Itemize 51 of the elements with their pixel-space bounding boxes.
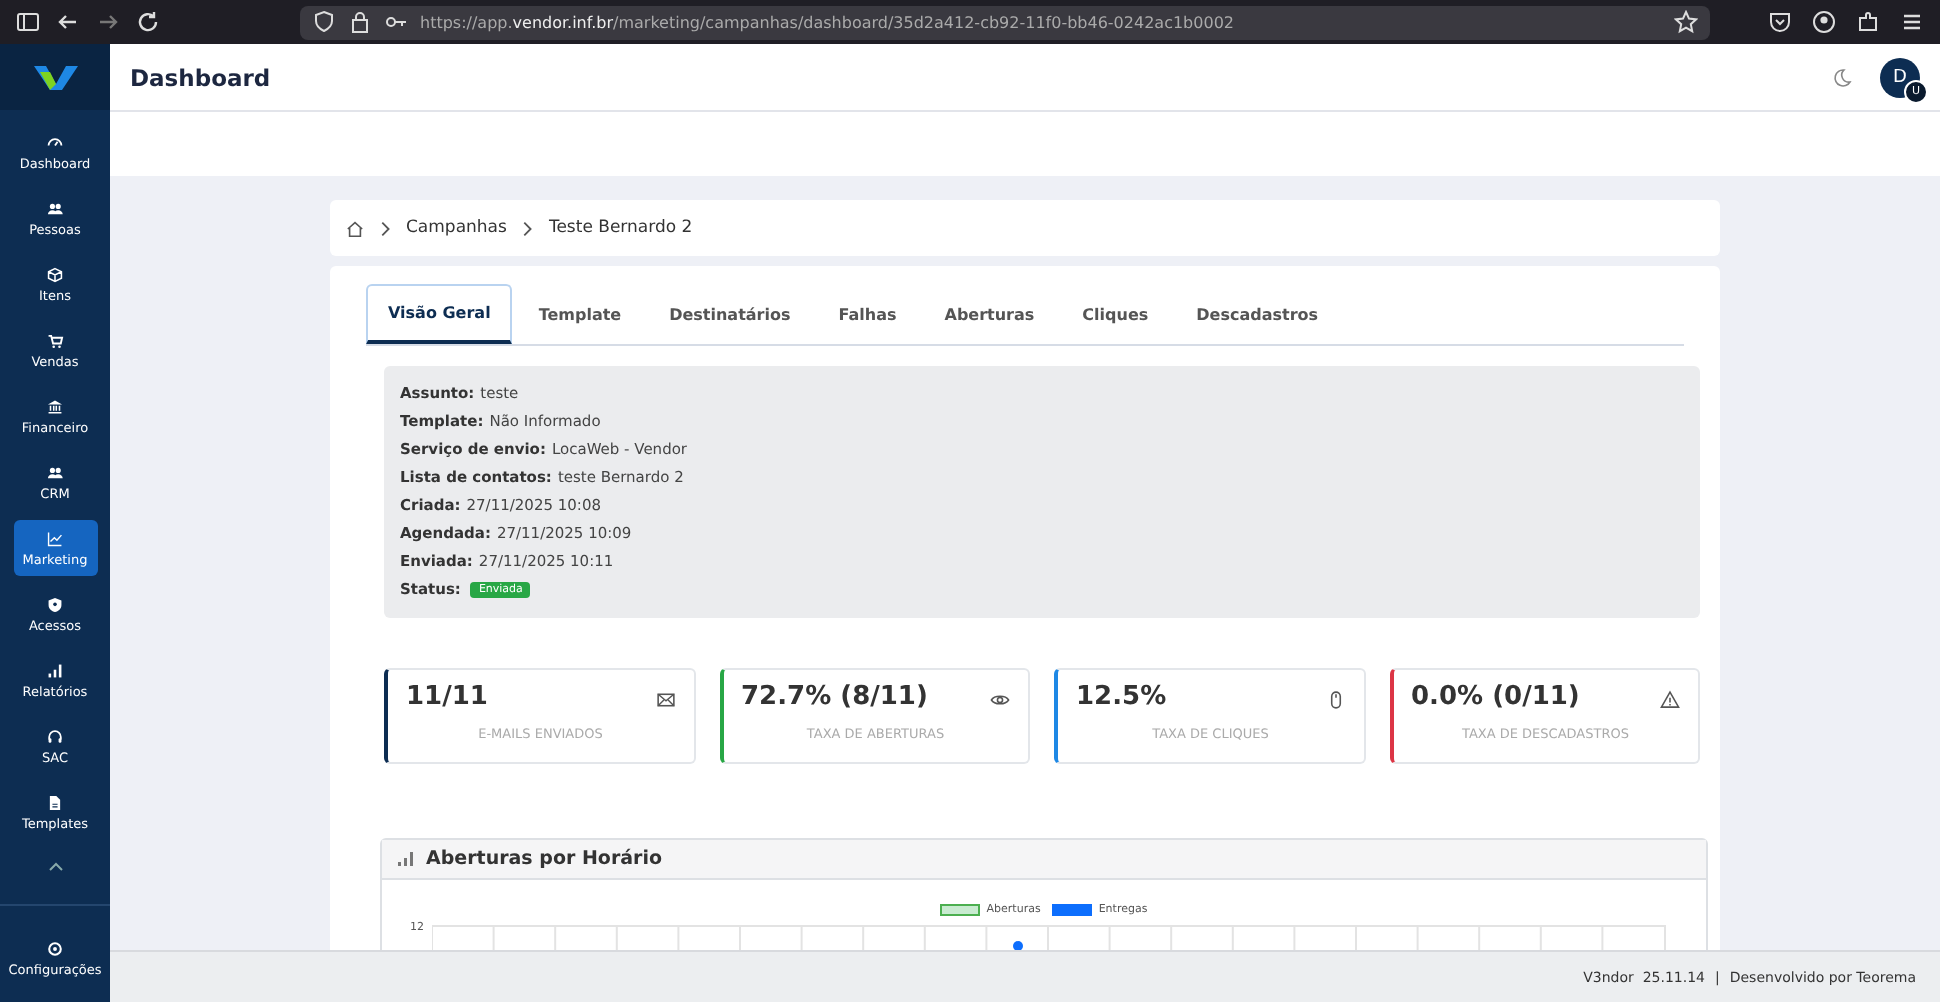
home-icon[interactable] (346, 219, 364, 237)
line-chart-icon (46, 529, 64, 547)
menu-icon[interactable] (1900, 10, 1924, 34)
moon-icon[interactable] (1832, 67, 1852, 87)
address-bar[interactable]: https://app.vendor.inf.br/marketing/campanhas/dashboard/35d2a412-cb92-11f0-bb46-0242ac1b0002 (300, 5, 1710, 39)
page-title: Dashboard (130, 63, 271, 91)
headset-icon (46, 727, 64, 745)
stat-value: 72.7% (8/11) (741, 681, 930, 715)
stat-value: 0.0% (0/11) (1411, 681, 1582, 715)
people-icon (46, 199, 64, 217)
breadcrumb-item[interactable]: Teste Bernardo 2 (548, 218, 693, 238)
star-icon[interactable] (1674, 10, 1698, 34)
shield-icon (312, 10, 336, 34)
gauge-icon (46, 133, 64, 151)
breadcrumb-item[interactable]: Campanhas (406, 218, 507, 238)
pocket-icon[interactable] (1768, 10, 1792, 34)
lock-icon (348, 10, 372, 34)
chevron-right-icon (376, 219, 394, 237)
document-icon (46, 793, 64, 811)
tab[interactable]: Cliques (1060, 284, 1171, 344)
tab[interactable]: Visão Geral (366, 284, 513, 344)
chart-title: Aberturas por Horário (426, 847, 663, 869)
warning-icon (1660, 690, 1680, 710)
url-text: https://app.vendor.inf.br/marketing/campanhas/dashboard/35d2a412-cb92-11f0-bb46-0242ac1b0002 (420, 13, 1236, 31)
envelope-icon (655, 690, 675, 710)
chevron-right-icon (518, 219, 537, 237)
back-icon[interactable] (56, 10, 80, 34)
tab[interactable]: Aberturas (922, 284, 1057, 344)
reload-icon[interactable] (136, 10, 160, 34)
mouse-icon (1325, 690, 1345, 710)
stat-value: 12.5% (1076, 681, 1169, 715)
stat-value: 11/11 (406, 681, 490, 715)
tab[interactable]: Template (516, 284, 644, 344)
people-icon (46, 463, 64, 481)
bar-chart-icon (398, 850, 414, 866)
box-icon (46, 265, 64, 283)
bar-chart-icon (46, 661, 64, 679)
sidebar-toggle-icon[interactable] (16, 10, 40, 34)
tab[interactable]: Falhas (816, 284, 919, 344)
eye-icon (990, 690, 1010, 710)
logo-icon[interactable] (31, 63, 79, 91)
tab[interactable]: Destinatários (647, 284, 813, 344)
extensions-icon[interactable] (1856, 10, 1880, 34)
bank-icon (46, 397, 64, 415)
forward-icon[interactable] (96, 10, 120, 34)
tab[interactable]: Descadastros (1174, 284, 1341, 344)
chevron-up-icon[interactable] (47, 862, 63, 872)
shield-icon (46, 595, 64, 613)
account-icon[interactable] (1812, 10, 1836, 34)
cart-icon (46, 331, 64, 349)
settings-icon (46, 939, 64, 957)
